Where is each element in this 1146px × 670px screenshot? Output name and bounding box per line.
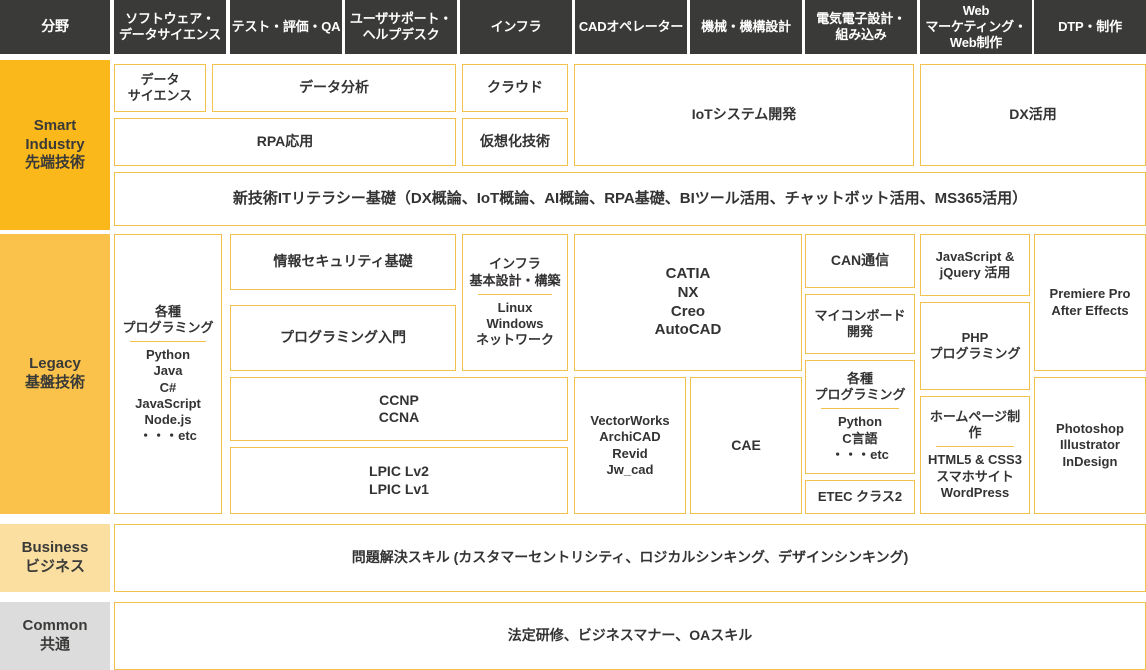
- header-infra: インフラ: [460, 0, 572, 54]
- box-ccnp-ccna: CCNP CCNA: [230, 377, 568, 441]
- box-iot-system: IoTシステム開発: [574, 64, 914, 166]
- box-mcu-board: マイコンボード 開発: [805, 294, 915, 354]
- box-ee-various-programming-list: Python C言語 ・・・etc: [831, 414, 889, 462]
- box-common-training: 法定研修、ビジネスマナー、OAスキル: [114, 602, 1146, 670]
- box-it-literacy: 新技術ITリテラシー基礎（DX概論、IoT概論、AI概論、RPA基礎、BIツール…: [114, 172, 1146, 226]
- skill-map-chart: 分野 ソフトウェア・ データサイエンス テスト・評価・QA ユーザサポート・ ヘルプ…: [0, 0, 1146, 670]
- category-legacy: Legacy 基盤技術: [0, 234, 110, 514]
- box-php-programming: PHP プログラミング: [920, 302, 1030, 390]
- box-programming-intro: プログラミング入門: [230, 305, 456, 371]
- header-cad-operator: CADオペレーター: [575, 0, 687, 54]
- header-dtp: DTP・制作: [1034, 0, 1146, 54]
- header-electronics: 電気電子設計・ 組み込み: [805, 0, 917, 54]
- category-common: Common 共通: [0, 602, 110, 670]
- box-problem-solving: 問題解決スキル (カスタマーセントリシティ、ロジカルシンキング、デザインシンキン…: [114, 524, 1146, 592]
- box-rpa: RPA応用: [114, 118, 456, 166]
- box-photoshop-illustrator: Photoshop Illustrator InDesign: [1034, 377, 1146, 514]
- category-smart-industry: Smart Industry 先端技術: [0, 60, 110, 230]
- box-virtualization: 仮想化技術: [462, 118, 568, 166]
- divider: [821, 408, 899, 410]
- box-various-programming-list: Python Java C# JavaScript Node.js ・・・etc: [135, 347, 201, 444]
- box-cae: CAE: [690, 377, 802, 514]
- divider: [936, 446, 1014, 448]
- box-infra-design-list: Linux Windows ネットワーク: [475, 299, 554, 348]
- header-web: Web マーケティング・ Web制作: [920, 0, 1032, 54]
- box-various-programming: 各種 プログラミング Python Java C# JavaScript Node.js ・…: [114, 234, 222, 514]
- box-cloud: クラウド: [462, 64, 568, 112]
- header-user-support: ユーザサポート・ ヘルプデスク: [345, 0, 457, 54]
- box-homepage-production: ホームページ制作 HTML5 & CSS3 スマホサイト WordPress: [920, 396, 1030, 514]
- box-cad-tools: CATIA NX Creo AutoCAD: [574, 234, 802, 371]
- divider: [129, 341, 207, 342]
- box-vectorworks: VectorWorks ArchiCAD Revid Jw_cad: [574, 377, 686, 514]
- box-various-programming-title: 各種 プログラミング: [122, 303, 214, 335]
- box-ee-various-programming: 各種 プログラミング Python C言語 ・・・etc: [805, 360, 915, 474]
- box-premiere-aftereffects: Premiere Pro After Effects: [1034, 234, 1146, 371]
- box-data-science: データ サイエンス: [114, 64, 206, 112]
- box-ee-various-programming-title: 各種 プログラミング: [814, 370, 906, 403]
- header-field: 分野: [0, 0, 110, 54]
- header-test-qa: テスト・評価・QA: [230, 0, 342, 54]
- divider: [477, 293, 553, 295]
- box-lpic: LPIC Lv2 LPIC Lv1: [230, 447, 568, 514]
- box-etec-class2: ETEC クラス2: [805, 480, 915, 514]
- box-dx: DX活用: [920, 64, 1146, 166]
- box-can-communication: CAN通信: [805, 234, 915, 288]
- header-software: ソフトウェア・ データサイエンス: [114, 0, 226, 54]
- box-homepage-production-list: HTML5 & CSS3 スマホサイト WordPress: [928, 452, 1022, 500]
- header-mechanical: 機械・機構設計: [690, 0, 802, 54]
- box-infra-design-title: インフラ 基本設計・構築: [469, 256, 561, 288]
- box-homepage-production-title: ホームページ制作: [929, 408, 1021, 441]
- box-data-analysis: データ分析: [212, 64, 456, 112]
- box-js-jquery: JavaScript & jQuery 活用: [920, 234, 1030, 296]
- box-infra-design: インフラ 基本設計・構築 Linux Windows ネットワーク: [462, 234, 568, 371]
- box-information-security: 情報セキュリティ基礎: [230, 234, 456, 290]
- category-business: Business ビジネス: [0, 524, 110, 592]
